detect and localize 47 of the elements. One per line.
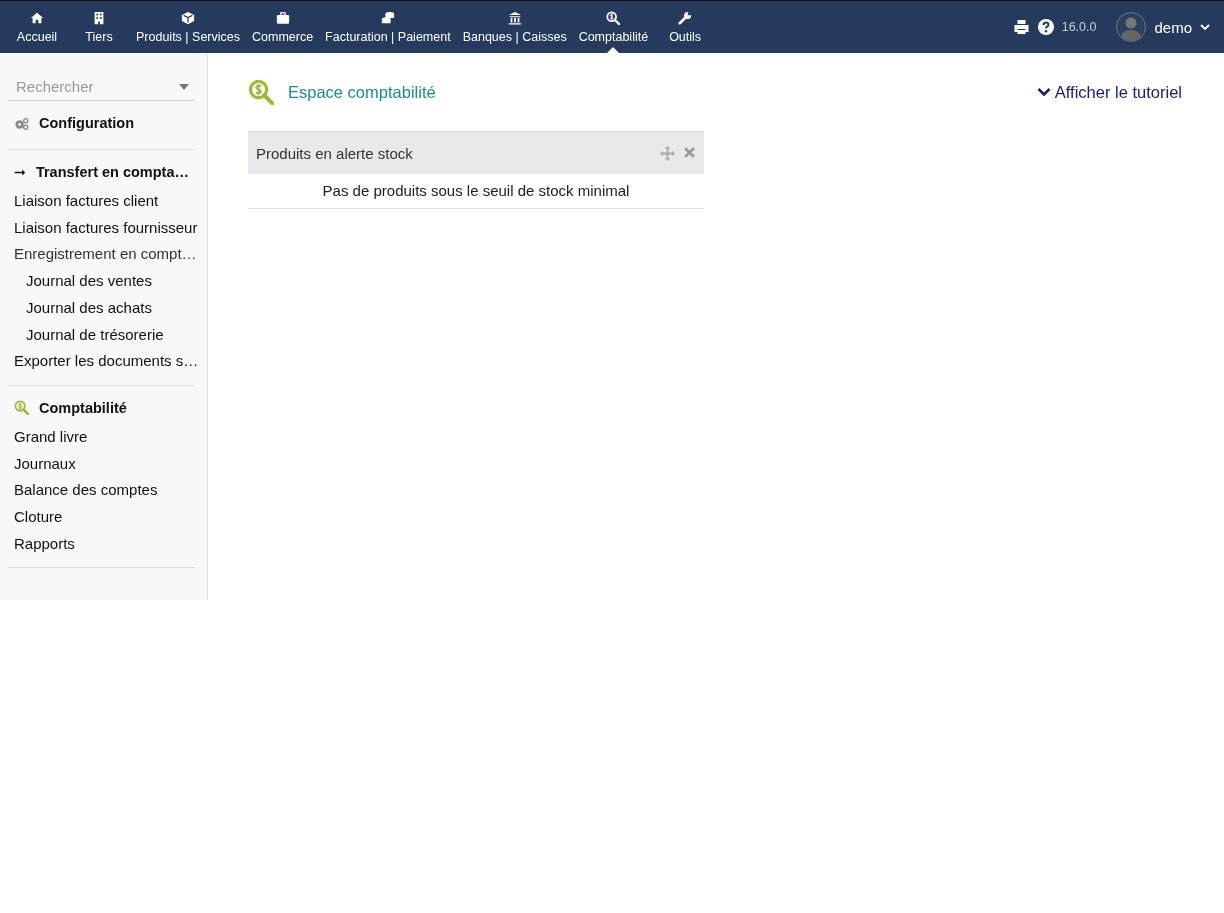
sidebar-link[interactable]: Cloture <box>8 504 195 531</box>
search-input[interactable]: Rechercher <box>14 77 179 96</box>
menu-tab[interactable]: Banques | Caisses <box>456 1 573 53</box>
tutorial-link[interactable]: Afficher le tutoriel <box>1036 82 1182 102</box>
building-icon <box>92 10 106 25</box>
sidebar-link[interactable]: Exporter les documents s… <box>8 348 195 375</box>
sidebar-link[interactable]: Journaux <box>8 450 195 478</box>
avatar-icon[interactable] <box>1116 12 1147 42</box>
chevron-down-icon <box>1036 87 1051 97</box>
menu-tab[interactable]: Produits | Services <box>130 1 246 53</box>
cube-icon <box>181 10 195 25</box>
empty-message: Pas de produits sous le seuil de stock minimal <box>248 174 704 209</box>
menu-tab[interactable]: Tiers <box>68 1 130 53</box>
dropdown-caret-icon[interactable] <box>179 83 189 90</box>
search-dollar-icon <box>248 79 274 105</box>
sidebar-link[interactable]: Balance des comptes <box>8 477 195 505</box>
page-title: Espace comptabilité <box>288 82 436 102</box>
version-label: 16.0.0 <box>1061 20 1097 34</box>
sidebar-link[interactable]: Rapports <box>8 530 195 558</box>
wrench-icon <box>678 10 693 25</box>
chevron-down-icon[interactable] <box>1200 23 1210 31</box>
user-name[interactable]: demo <box>1154 18 1192 36</box>
gears-icon <box>14 115 29 131</box>
search-dollar-icon <box>14 400 29 416</box>
menu-tab[interactable]: Comptabilité <box>572 1 655 53</box>
sidebar-link[interactable]: Journal des ventes <box>8 268 195 295</box>
menu-tab[interactable]: Accueil <box>0 1 68 53</box>
sidebar-link[interactable]: Journal des achats <box>8 294 195 322</box>
help-icon[interactable] <box>1037 19 1054 35</box>
sidebar-link[interactable]: Liaison factures client <box>8 188 195 215</box>
sidebar-link[interactable]: Grand livre <box>8 423 195 451</box>
close-icon[interactable] <box>683 145 696 159</box>
print-icon[interactable] <box>1012 19 1030 35</box>
search-dollar-icon <box>606 10 621 25</box>
sidebar-link[interactable]: Journal de trésorerie <box>8 321 195 349</box>
section-title-link[interactable]: Comptabilité <box>39 399 127 416</box>
home-icon <box>30 10 44 25</box>
menu-tab[interactable]: Facturation | Paiement <box>319 1 457 53</box>
section-title-link[interactable]: Configuration <box>39 115 135 131</box>
coins-icon <box>380 10 395 25</box>
menu-tab[interactable]: Commerce <box>246 1 320 53</box>
section-title-link[interactable]: Transfert en compta… <box>35 164 189 180</box>
widget-title: Produits en alerte stock <box>256 144 413 162</box>
menu-tab[interactable]: Outils <box>654 1 717 53</box>
sidebar-link[interactable]: Enregistrement en compt… <box>8 241 195 269</box>
briefcase-icon <box>275 10 290 25</box>
bank-icon <box>507 10 522 25</box>
